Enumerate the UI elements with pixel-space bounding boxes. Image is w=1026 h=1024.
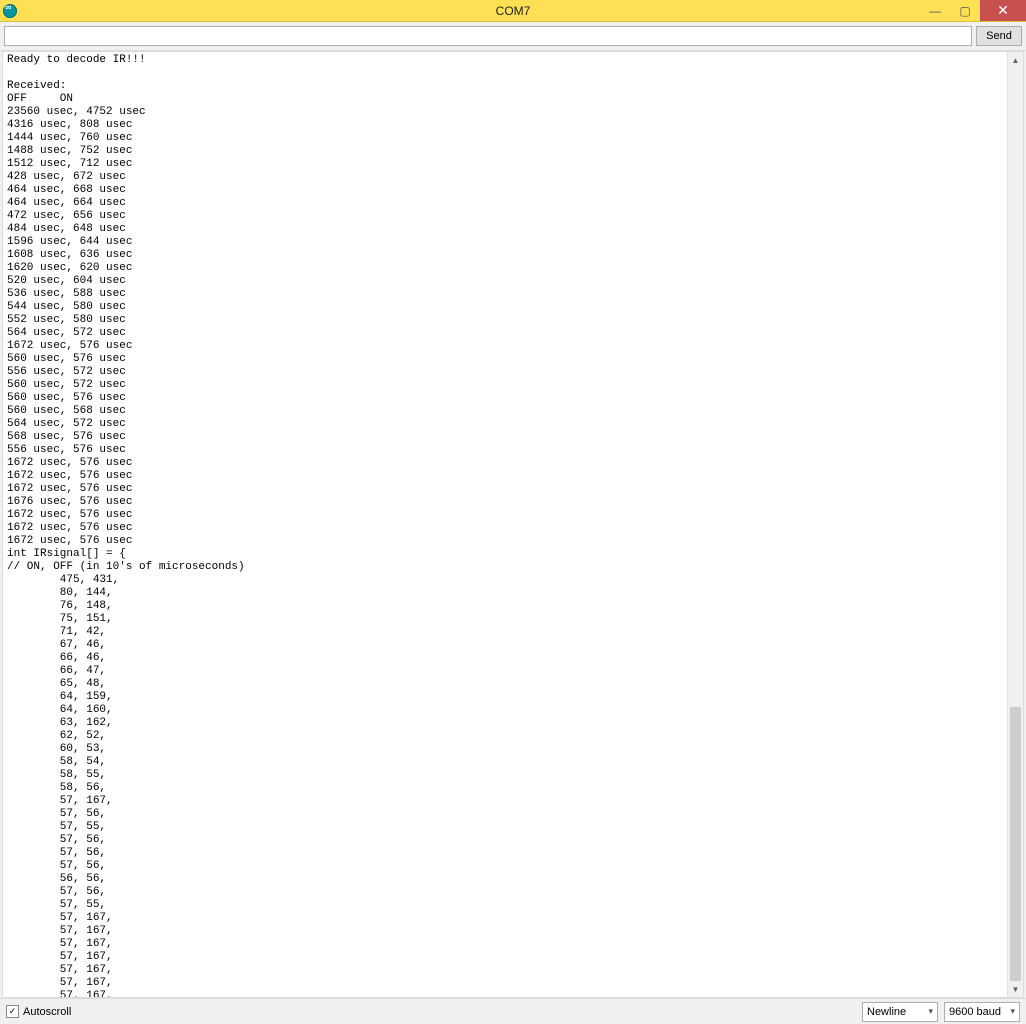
line-ending-select[interactable]: Newline — [862, 1002, 938, 1022]
scroll-down-icon[interactable]: ▼ — [1008, 981, 1023, 997]
scroll-thumb[interactable] — [1010, 707, 1021, 981]
input-row: Send — [0, 22, 1026, 51]
baud-rate-select[interactable]: 9600 baud — [944, 1002, 1020, 1022]
window-title: COM7 — [496, 4, 531, 18]
arduino-icon — [3, 4, 17, 18]
status-bar: ✓ Autoscroll Newline 9600 baud — [0, 998, 1026, 1024]
titlebar: COM7 — ▢ ✕ — [0, 0, 1026, 22]
output-area: Ready to decode IR!!! Received: OFF ON 2… — [2, 51, 1024, 998]
maximize-button[interactable]: ▢ — [950, 0, 980, 21]
scroll-up-icon[interactable]: ▲ — [1008, 52, 1023, 68]
autoscroll-checkbox[interactable]: ✓ — [6, 1005, 19, 1018]
close-button[interactable]: ✕ — [980, 0, 1026, 21]
serial-output: Ready to decode IR!!! Received: OFF ON 2… — [3, 52, 1007, 997]
minimize-button[interactable]: — — [920, 0, 950, 21]
send-button[interactable]: Send — [976, 26, 1022, 46]
vertical-scrollbar[interactable]: ▲ ▼ — [1007, 52, 1023, 997]
autoscroll-label: Autoscroll — [23, 1006, 71, 1018]
window-controls: — ▢ ✕ — [920, 0, 1026, 21]
serial-input[interactable] — [4, 26, 972, 46]
autoscroll-checkbox-wrap[interactable]: ✓ Autoscroll — [6, 1005, 71, 1018]
scroll-track[interactable] — [1008, 68, 1023, 981]
